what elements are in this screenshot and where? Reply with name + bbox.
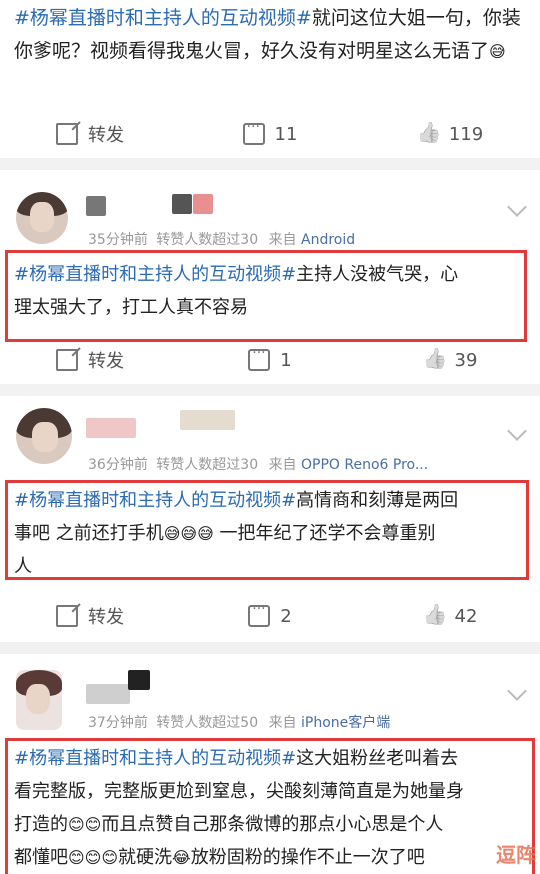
- username-blurred: [180, 410, 235, 430]
- thumbs-up-icon: [423, 605, 445, 627]
- comment-actions: 转发 2 42: [0, 592, 540, 640]
- share-button[interactable]: 转发: [0, 336, 180, 384]
- comment-button[interactable]: 1: [180, 336, 360, 384]
- post-card: #杨幂直播时和主持人的互动视频#就问这位大姐一句，你装你爹呢？视频看得我鬼火冒，…: [0, 0, 540, 158]
- sweat-smile-emoji: 😅: [489, 42, 506, 61]
- username-blurred: [193, 194, 213, 214]
- avatar[interactable]: [16, 670, 62, 730]
- like-button[interactable]: 39: [360, 336, 540, 384]
- share-button[interactable]: 转发: [0, 592, 180, 640]
- like-button[interactable]: 42: [360, 592, 540, 640]
- comment-button[interactable]: 2: [180, 592, 360, 640]
- chevron-down-icon[interactable]: [507, 197, 527, 217]
- thumbs-up-icon: [423, 349, 445, 371]
- comment-hashtag[interactable]: #杨幂直播时和主持人的互动视频#: [14, 490, 296, 511]
- comment-text: #杨幂直播时和主持人的互动视频#主持人没被气哭，心 理太强大了，打工人真不容易: [14, 264, 459, 318]
- comment-header: 36分钟前 转赞人数超过30 来自 OPPO Reno6 Pro...: [0, 402, 540, 482]
- sweat-smile-emoji: 😅😅😅: [163, 524, 214, 543]
- like-button[interactable]: 119: [360, 110, 540, 158]
- avatar[interactable]: [16, 408, 72, 464]
- blush-emoji: 😊😊: [68, 815, 102, 834]
- comment-header: 37分钟前 转赞人数超过50 来自 iPhone客户端: [0, 668, 540, 748]
- post-text: #杨幂直播时和主持人的互动视频#就问这位大姐一句，你装你爹呢？视频看得我鬼火冒，…: [14, 7, 521, 62]
- share-icon: [56, 123, 78, 145]
- blush-emoji: 😊😊😊: [68, 848, 119, 867]
- comment-actions: 转发 1 39: [0, 336, 540, 384]
- share-icon: [56, 349, 78, 371]
- username-blurred: [172, 194, 192, 214]
- share-button[interactable]: 转发: [0, 110, 180, 158]
- share-icon: [56, 605, 78, 627]
- comment-icon: [248, 345, 271, 371]
- avatar[interactable]: [16, 192, 68, 244]
- watermark-logo: 逗阵: [496, 843, 536, 867]
- comment-text: #杨幂直播时和主持人的互动视频#这大姐粉丝老叫着去 看完整版，完整版更尬到窒息，…: [14, 748, 464, 868]
- thumbs-up-icon: [417, 123, 439, 145]
- comment-card: 35分钟前 转赞人数超过30 来自 Android #杨幂直播时和主持人的互动视…: [0, 170, 540, 384]
- comment-card: 36分钟前 转赞人数超过30 来自 OPPO Reno6 Pro... #杨幂直…: [0, 396, 540, 642]
- comment-text: #杨幂直播时和主持人的互动视频#高情商和刻薄是两回 事吧 之前还打手机😅😅😅 一…: [14, 490, 459, 577]
- comment-button[interactable]: 11: [180, 110, 360, 158]
- comment-icon: [242, 119, 265, 145]
- comment-hashtag[interactable]: #杨幂直播时和主持人的互动视频#: [14, 748, 296, 769]
- comment-meta: 36分钟前 转赞人数超过30 来自 OPPO Reno6 Pro...: [88, 457, 429, 473]
- chevron-down-icon[interactable]: [507, 681, 527, 701]
- username-blurred[interactable]: [86, 418, 136, 438]
- comment-card: 37分钟前 转赞人数超过50 来自 iPhone客户端 #杨幂直播时和主持人的互…: [0, 654, 540, 874]
- username-blurred[interactable]: [86, 684, 130, 704]
- chevron-down-icon[interactable]: [507, 421, 527, 441]
- comment-icon: [248, 601, 271, 627]
- comment-meta: 35分钟前 转赞人数超过30 来自 Android: [88, 232, 356, 248]
- username-blurred[interactable]: [86, 196, 106, 216]
- username-blurred: [128, 670, 150, 690]
- comment-meta: 37分钟前 转赞人数超过50 来自 iPhone客户端: [88, 715, 391, 731]
- comment-hashtag[interactable]: #杨幂直播时和主持人的互动视频#: [14, 264, 296, 285]
- post-actions: 转发 11 119: [0, 110, 540, 158]
- post-hashtag[interactable]: #杨幂直播时和主持人的互动视频#: [14, 7, 312, 29]
- laughing-emoji: 😂: [172, 848, 191, 867]
